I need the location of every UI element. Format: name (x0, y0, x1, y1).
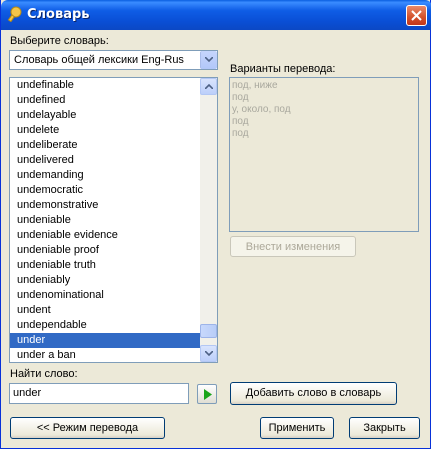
translation-lines: под, ниже под у, около, под под под (232, 80, 416, 140)
list-item[interactable]: undeniable proof (10, 243, 200, 258)
list-item[interactable]: undemocratic (10, 183, 200, 198)
dictionary-select[interactable]: Словарь общей лексики Eng-Rus (9, 50, 218, 70)
play-icon (204, 389, 212, 400)
scroll-thumb[interactable] (200, 324, 217, 338)
list-item[interactable]: under a ban (10, 348, 200, 362)
dictionary-select-value: Словарь общей лексики Eng-Rus (14, 54, 184, 66)
title-bar[interactable]: Словарь (1, 0, 431, 30)
find-word-button[interactable] (197, 384, 217, 404)
list-item[interactable]: undeniable evidence (10, 228, 200, 243)
translation-line: под, ниже (232, 80, 278, 91)
close-icon (411, 10, 422, 21)
word-list-items: undefinable undefined undelayable undelete u… (10, 78, 200, 362)
list-item[interactable]: under (10, 333, 200, 348)
dictionary-label: Выберите словарь: (10, 35, 109, 47)
word-list-scrollbar[interactable] (200, 78, 217, 362)
translations-label: Варианты перевода: (230, 63, 336, 75)
list-item[interactable]: undeliberate (10, 138, 200, 153)
translation-line: под (232, 128, 249, 139)
translation-line: под (232, 92, 249, 103)
chevron-down-icon (205, 57, 213, 62)
dictionary-icon (7, 6, 22, 22)
close-button[interactable]: Закрыть (349, 417, 420, 439)
close-window-button[interactable] (406, 5, 427, 26)
translations-box[interactable]: под, ниже под у, около, под под под (229, 77, 419, 232)
list-item[interactable]: undeniable (10, 213, 200, 228)
translate-mode-button[interactable]: << Режим перевода (10, 417, 165, 439)
translation-line: у, около, под (232, 104, 291, 115)
apply-changes-button[interactable]: Внести изменения (230, 236, 356, 257)
find-word-label: Найти слово: (10, 368, 78, 380)
chevron-down-icon (205, 351, 213, 356)
list-item[interactable]: undemanding (10, 168, 200, 183)
list-item[interactable]: undemonstrative (10, 198, 200, 213)
word-list[interactable]: undefinable undefined undelayable undelete u… (9, 77, 218, 363)
list-item[interactable]: undeniably (10, 273, 200, 288)
list-item[interactable]: undefinable (10, 78, 200, 93)
dictionary-dropdown-button[interactable] (200, 51, 217, 69)
scroll-down-button[interactable] (200, 345, 217, 362)
find-word-value: under (13, 387, 42, 399)
list-item[interactable]: undelete (10, 123, 200, 138)
list-item[interactable]: undenominational (10, 288, 200, 303)
translation-line: под (232, 116, 249, 127)
apply-button[interactable]: Применить (260, 417, 334, 439)
list-item[interactable]: undeniable truth (10, 258, 200, 273)
list-item[interactable]: undelivered (10, 153, 200, 168)
list-item[interactable]: undelayable (10, 108, 200, 123)
chevron-up-icon (205, 84, 213, 89)
list-item[interactable]: undependable (10, 318, 200, 333)
scroll-up-button[interactable] (200, 78, 217, 95)
add-word-button[interactable]: Добавить слово в словарь (230, 382, 397, 405)
dictionary-window: Словарь Выберите словарь: Словарь общей … (0, 0, 431, 449)
list-item[interactable]: undent (10, 303, 200, 318)
find-word-input[interactable]: under (9, 383, 189, 404)
window-title: Словарь (27, 7, 90, 22)
list-item[interactable]: undefined (10, 93, 200, 108)
